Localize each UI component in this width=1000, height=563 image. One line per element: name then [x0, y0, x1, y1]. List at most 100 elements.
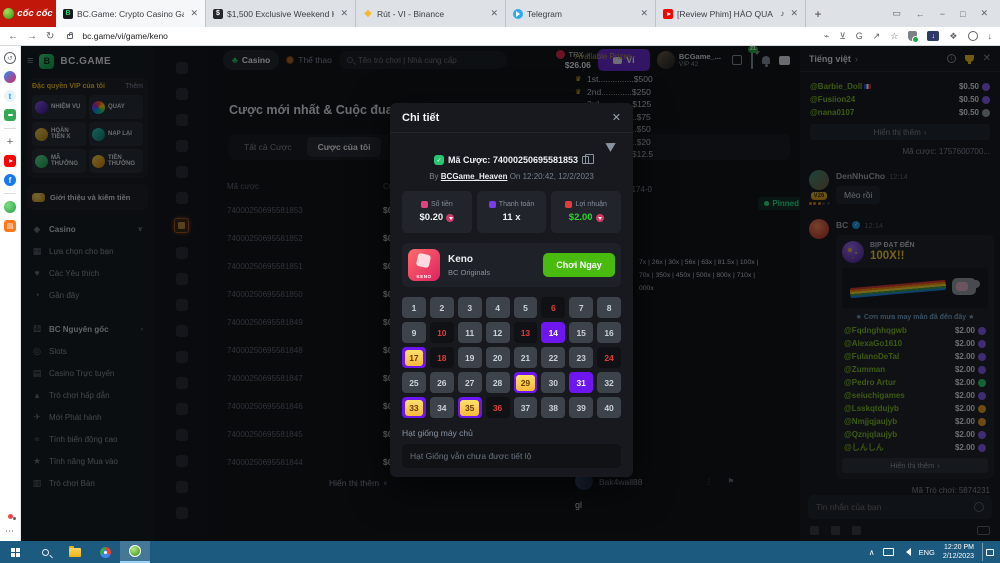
action-center-button[interactable]: [982, 543, 996, 561]
copy-icon[interactable]: [582, 156, 589, 164]
taskbar-search-button[interactable]: [30, 541, 60, 563]
keno-tile[interactable]: 10: [430, 322, 454, 343]
games-icon[interactable]: [4, 109, 16, 121]
keno-tile[interactable]: 15: [569, 322, 593, 343]
keno-tile[interactable]: 17: [402, 347, 426, 368]
browser-tab[interactable]: $ $1,500 Exclusive Weekend K ♪ ✕: [206, 0, 356, 27]
bet-author-link[interactable]: BCGame_Heaven: [441, 172, 508, 181]
keno-tile[interactable]: 13: [514, 322, 538, 343]
keno-tile[interactable]: 6: [541, 297, 565, 318]
keno-tile[interactable]: 12: [486, 322, 510, 343]
coccoc-taskbar-button[interactable]: [120, 541, 150, 563]
tab-close-icon[interactable]: ✕: [788, 8, 798, 19]
maximize-button[interactable]: □: [960, 9, 965, 19]
url-text[interactable]: bc.game/vi/game/keno: [82, 31, 168, 41]
browser-tab[interactable]: Telegram ♪ ✕: [506, 0, 656, 27]
more-icon[interactable]: ⋯: [5, 526, 15, 537]
keno-tile[interactable]: 31: [569, 372, 593, 393]
modal-close-icon[interactable]: ✕: [612, 111, 621, 124]
keno-tile[interactable]: 29: [514, 372, 538, 393]
facebook-icon[interactable]: f: [4, 174, 16, 186]
tab-close-icon[interactable]: ✕: [488, 8, 498, 19]
keno-tile[interactable]: 22: [541, 347, 565, 368]
taskbar-clock[interactable]: 12:20 PM 2/12/2023: [943, 543, 974, 561]
share-icon[interactable]: ↗: [873, 31, 881, 42]
youtube-icon[interactable]: [4, 155, 16, 167]
server-seed-value[interactable]: Hạt Giống vẫn chưa được tiết lộ: [402, 444, 621, 468]
tray-expand-icon[interactable]: ∧: [869, 548, 875, 557]
forward-button[interactable]: →: [27, 31, 37, 42]
keno-tile[interactable]: 39: [569, 397, 593, 418]
keno-game-icon[interactable]: KENO: [408, 249, 440, 281]
browser-tab[interactable]: B BC.Game: Crypto Casino Gan ♪ ✕: [56, 0, 206, 27]
close-button[interactable]: ✕: [980, 8, 988, 19]
keno-tile[interactable]: 26: [430, 372, 454, 393]
keno-tile[interactable]: 20: [486, 347, 510, 368]
keno-tile[interactable]: 34: [430, 397, 454, 418]
bookmark-star-icon[interactable]: ☆: [890, 31, 898, 42]
keno-tile[interactable]: 28: [486, 372, 510, 393]
volume-icon[interactable]: [902, 548, 911, 556]
keno-tile[interactable]: 7: [569, 297, 593, 318]
keno-tile[interactable]: 4: [486, 297, 510, 318]
input-language[interactable]: ENG: [919, 548, 935, 557]
translate-icon[interactable]: G: [856, 31, 863, 41]
ssl-lock-icon[interactable]: [67, 34, 73, 39]
keno-tile[interactable]: 27: [458, 372, 482, 393]
download-manager-icon[interactable]: ↓: [927, 31, 939, 41]
window-back-icon[interactable]: ←: [916, 9, 925, 19]
file-explorer-button[interactable]: [60, 541, 90, 563]
back-button[interactable]: ←: [8, 31, 18, 42]
play-now-button[interactable]: Chơi Ngay: [543, 253, 615, 277]
coccoc-brand[interactable]: cốc cốc: [0, 0, 56, 27]
twitter-icon[interactable]: t: [4, 90, 16, 102]
adblock-shield-icon[interactable]: [908, 31, 917, 41]
keno-tile[interactable]: 24: [597, 347, 621, 368]
keno-tile[interactable]: 16: [597, 322, 621, 343]
keno-tile[interactable]: 33: [402, 397, 426, 418]
keno-tile[interactable]: 23: [569, 347, 593, 368]
browser-tab[interactable]: ◆ Rút - VI - Binance ♪ ✕: [356, 0, 506, 27]
reload-button[interactable]: ↻: [46, 31, 54, 42]
messenger-icon[interactable]: [4, 71, 16, 83]
network-icon[interactable]: [883, 548, 894, 556]
keno-tile[interactable]: 38: [541, 397, 565, 418]
keno-tile[interactable]: 19: [458, 347, 482, 368]
browser-tab[interactable]: [Review Phim] HÀO QUA ♪ ✕: [656, 0, 806, 27]
keno-tile[interactable]: 32: [597, 372, 621, 393]
keno-tile[interactable]: 8: [597, 297, 621, 318]
keno-tile[interactable]: 9: [402, 322, 426, 343]
extensions-icon[interactable]: ❖: [949, 31, 957, 42]
minimize-button[interactable]: −: [940, 9, 945, 19]
keno-tile[interactable]: 5: [514, 297, 538, 318]
app-icon-green[interactable]: [4, 201, 16, 213]
share-bet-icon[interactable]: [605, 136, 622, 152]
keno-tile[interactable]: 37: [514, 397, 538, 418]
downloads-icon[interactable]: ↓: [988, 31, 993, 41]
keno-tile[interactable]: 2: [430, 297, 454, 318]
keno-tile[interactable]: 11: [458, 322, 482, 343]
keno-tile[interactable]: 30: [541, 372, 565, 393]
history-icon[interactable]: ↺: [4, 52, 16, 64]
shopping-cart-icon[interactable]: ▤: [4, 220, 16, 232]
keno-tile[interactable]: 1: [402, 297, 426, 318]
keno-tile[interactable]: 21: [514, 347, 538, 368]
add-shortcut-icon[interactable]: +: [4, 136, 16, 148]
keno-tile[interactable]: 3: [458, 297, 482, 318]
keno-tile[interactable]: 40: [597, 397, 621, 418]
tab-close-icon[interactable]: ✕: [638, 8, 648, 19]
keno-tile[interactable]: 14: [541, 322, 565, 343]
tab-close-icon[interactable]: ✕: [188, 8, 198, 19]
bookmark-bar-icon[interactable]: ⌁: [824, 31, 829, 42]
profile-icon[interactable]: [968, 31, 978, 41]
save-page-icon[interactable]: ⊻: [839, 31, 846, 42]
start-button[interactable]: [0, 541, 30, 563]
keno-tile[interactable]: 25: [402, 372, 426, 393]
tab-close-icon[interactable]: ✕: [338, 8, 348, 19]
keno-tile[interactable]: 36: [486, 397, 510, 418]
new-tab-button[interactable]: +: [806, 0, 830, 27]
keno-tile[interactable]: 35: [458, 397, 482, 418]
keno-tile[interactable]: 18: [430, 347, 454, 368]
reader-mode-icon[interactable]: ▭: [892, 8, 901, 19]
chrome-button[interactable]: [90, 541, 120, 563]
